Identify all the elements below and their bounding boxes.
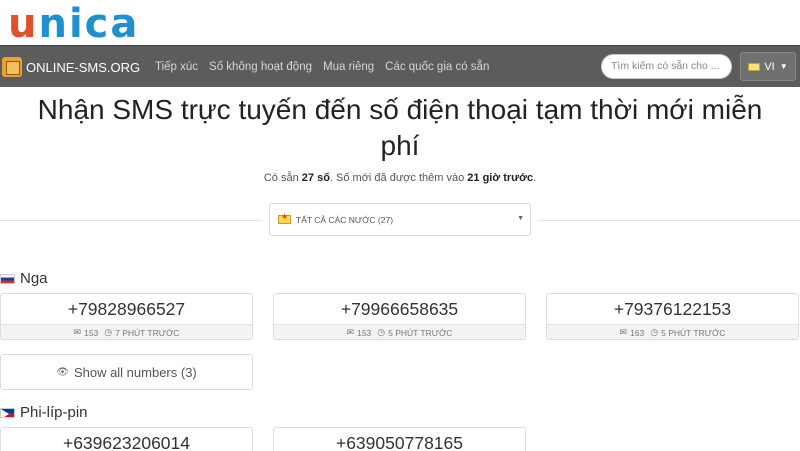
language-label: VI [764,60,775,73]
site-name[interactable]: ONLINE-SMS.ORG [26,60,140,75]
clock-icon: ◷ [377,327,386,337]
nav-link-inactive-numbers[interactable]: Số không hoạt động [209,61,312,73]
message-count: 163 [630,327,645,338]
country-filter-select[interactable]: TẤT CẢ CÁC NƯỚC (27) ▼ [269,203,531,236]
navbar: ONLINE-SMS.ORG Tiếp xúc Số không hoạt độ… [0,45,800,87]
divider-right [538,220,800,221]
phone-number-card[interactable]: +79828966527 ✉ 153 ◷ 7 PHÚT TRƯỚC [0,293,253,340]
country-name: Phi-líp-pin [20,404,88,421]
nav-links: Tiếp xúc Số không hoạt động Mua riêng Cá… [155,46,500,88]
page-title: Nhận SMS trực tuyến đến số điện thoại tạ… [37,94,763,161]
show-all-label: Show all numbers (3) [73,364,197,380]
unica-logo: unica [8,1,140,47]
show-all-numbers-button[interactable]: 👁 Show all numbers (3) [0,354,253,390]
message-count: 153 [84,327,99,338]
last-message-time: 5 PHÚT TRƯỚC [388,327,453,338]
phone-number[interactable]: +79966658635 [274,294,525,324]
site-logo[interactable]: ONLINE-SMS.ORG [2,55,140,79]
search-input[interactable]: Tìm kiếm có sẵn cho ... [601,54,732,79]
country-heading-russia: Nga [0,270,48,287]
last-message-time: 5 PHÚT TRƯỚC [661,327,726,338]
phone-number-card[interactable]: +639623206014 [0,427,253,451]
brand-bar: unica [0,0,800,47]
last-message-time: 7 PHÚT TRƯỚC [115,327,180,338]
phone-number-card[interactable]: +79376122153 ✉ 163 ◷ 5 PHÚT TRƯỚC [546,293,799,340]
phone-number[interactable]: +79376122153 [547,294,798,324]
number-meta: ✉ 153 ◷ 7 PHÚT TRƯỚC [1,324,252,339]
phone-number[interactable]: +639623206014 [1,428,252,451]
number-meta: ✉ 153 ◷ 5 PHÚT TRƯỚC [274,324,525,339]
envelope-icon: ✉ [346,327,355,337]
page-subtitle: Có sẵn 27 số. Số mới đã được thêm vào 21… [263,172,537,184]
nav-link-available-countries[interactable]: Các quốc gia có sẵn [385,61,489,73]
envelope-icon: ✉ [73,327,82,337]
country-filter-label: TẤT CẢ CÁC NƯỚC (27) [296,214,394,225]
phone-number[interactable]: +639050778165 [274,428,525,451]
caret-down-icon: ▼ [779,62,788,71]
sim-card-icon [2,57,22,77]
phone-number[interactable]: +79828966527 [1,294,252,324]
clock-icon: ◷ [650,327,659,337]
vietnam-flag-icon [278,212,291,224]
eye-icon: 👁 [56,366,69,378]
nav-link-contact[interactable]: Tiếp xúc [155,61,198,73]
message-count: 153 [357,327,372,338]
last-added-time: 21 giờ trước [467,172,534,184]
envelope-icon: ✉ [619,327,628,337]
clock-icon: ◷ [104,327,113,337]
number-meta: ✉ 163 ◷ 5 PHÚT TRƯỚC [547,324,798,339]
country-name: Nga [20,270,48,287]
vietnam-flag-icon [748,62,761,71]
phone-number-card[interactable]: +79966658635 ✉ 153 ◷ 5 PHÚT TRƯỚC [273,293,526,340]
divider-left [0,220,262,221]
philippines-flag-icon [0,407,15,418]
language-dropdown[interactable]: VI ▼ [740,52,796,81]
phone-number-card[interactable]: +639050778165 [273,427,526,451]
russia-flag-icon [0,273,15,284]
nav-link-buy-private[interactable]: Mua riêng [323,61,374,73]
country-heading-philippines: Phi-líp-pin [0,404,88,421]
available-count: 27 số [301,172,330,184]
caret-down-icon: ▼ [517,215,524,222]
